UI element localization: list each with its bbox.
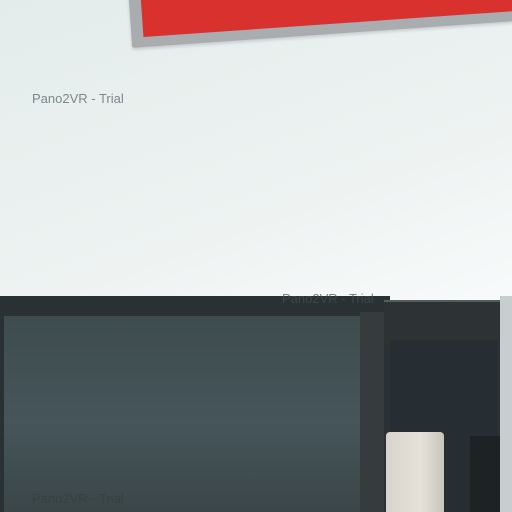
dark-clip bbox=[470, 436, 500, 512]
stand-top bbox=[384, 300, 502, 340]
beige-object bbox=[386, 432, 444, 512]
trial-watermark: Pano2VR - Trial bbox=[282, 291, 374, 306]
panorama-viewer[interactable]: Pano2VR - Trial Pano2VR - Trial Pano2VR … bbox=[0, 0, 512, 512]
wall-picture-frame bbox=[128, 0, 512, 48]
trial-watermark: Pano2VR - Trial bbox=[32, 91, 124, 106]
background-edge bbox=[500, 296, 512, 512]
red-poster bbox=[139, 0, 512, 38]
trial-watermark: Pano2VR - Trial bbox=[32, 491, 124, 506]
computer-monitor bbox=[0, 296, 390, 512]
monitor-screen bbox=[4, 316, 360, 512]
